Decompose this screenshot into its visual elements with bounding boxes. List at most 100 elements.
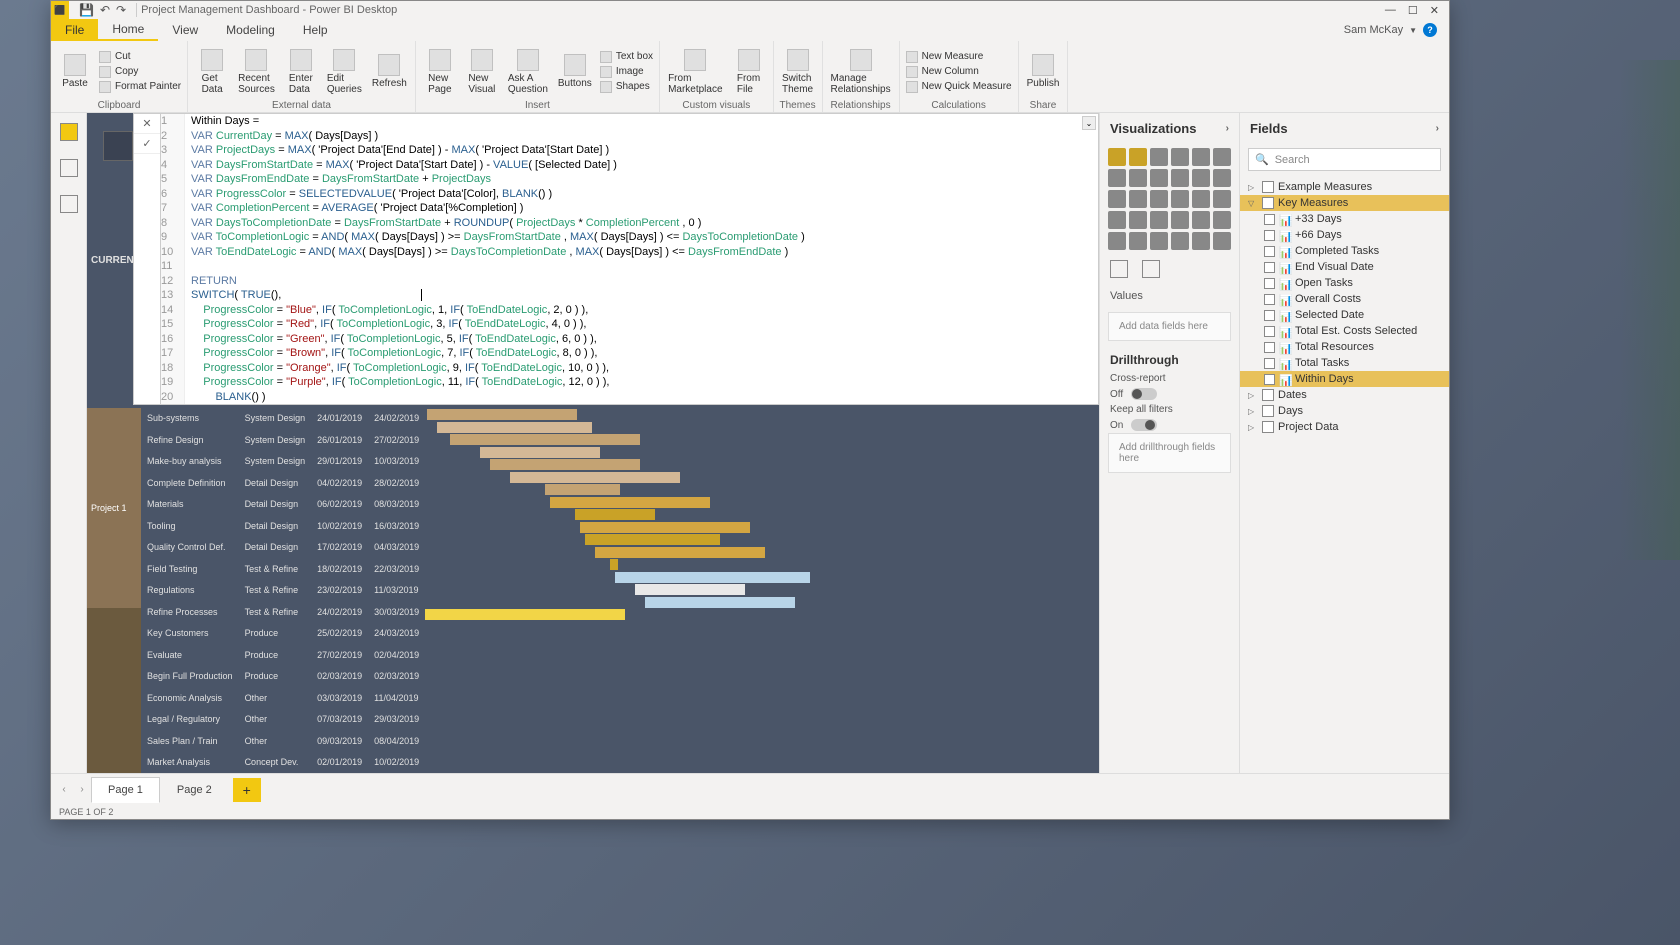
viz-type-icon[interactable] [1171, 232, 1189, 250]
new-page-button[interactable]: New Page [420, 47, 460, 97]
manage-relationships-button[interactable]: Manage Relationships [827, 47, 895, 97]
model-view-icon[interactable] [60, 195, 78, 213]
viz-panel-header[interactable]: Visualizations› [1100, 113, 1239, 144]
new-quick-measure-button[interactable]: New Quick Measure [904, 80, 1014, 94]
gantt-bar[interactable] [490, 459, 640, 470]
viz-type-icon[interactable] [1108, 169, 1126, 187]
user-label[interactable]: Sam McKay ▼ ? [1332, 19, 1449, 41]
gantt-bar[interactable] [615, 572, 810, 583]
viz-type-icon[interactable] [1150, 148, 1168, 166]
copy-button[interactable]: Copy [97, 65, 183, 79]
gantt-bar[interactable] [580, 522, 750, 533]
viz-type-icon[interactable] [1192, 169, 1210, 187]
save-icon[interactable]: 💾 [79, 3, 94, 17]
field-total-est-costs-selected[interactable]: 📊Total Est. Costs Selected [1240, 323, 1449, 339]
gantt-row[interactable]: RegulationsTest & Refine23/02/201911/03/… [141, 580, 425, 601]
data-view-icon[interactable] [60, 159, 78, 177]
gantt-row[interactable]: Quality Control Def.Detail Design17/02/2… [141, 537, 425, 558]
gantt-row[interactable]: Sub-systemsSystem Design24/01/201924/02/… [141, 408, 425, 429]
gantt-bar[interactable] [427, 409, 577, 420]
tab-modeling[interactable]: Modeling [212, 19, 289, 41]
viz-type-icon[interactable] [1150, 211, 1168, 229]
viz-type-icon[interactable] [1108, 148, 1126, 166]
viz-type-icon[interactable] [1171, 169, 1189, 187]
undo-icon[interactable]: ↶ [100, 3, 110, 17]
field-within-days[interactable]: 📊Within Days [1240, 371, 1449, 387]
tab-view[interactable]: View [158, 19, 212, 41]
fields-table-key-measures[interactable]: ▽Key Measures [1240, 195, 1449, 211]
viz-type-icon[interactable] [1129, 169, 1147, 187]
gantt-row[interactable]: Legal / RegulatoryOther07/03/201929/03/2… [141, 709, 425, 730]
redo-icon[interactable]: ↷ [116, 3, 126, 17]
image-button[interactable]: Image [598, 65, 655, 79]
gantt-bar[interactable] [480, 447, 600, 458]
field-selected-date[interactable]: 📊Selected Date [1240, 307, 1449, 323]
viz-type-icon[interactable] [1171, 190, 1189, 208]
fields-search[interactable]: 🔍 Search [1248, 148, 1441, 171]
viz-type-icon[interactable] [1192, 211, 1210, 229]
viz-type-icon[interactable] [1150, 232, 1168, 250]
field-overall-costs[interactable]: 📊Overall Costs [1240, 291, 1449, 307]
buttons-button[interactable]: Buttons [554, 52, 596, 91]
paste-button[interactable]: Paste [55, 52, 95, 91]
report-view-icon[interactable] [60, 123, 78, 141]
text-box-button[interactable]: Text box [598, 50, 655, 64]
from-marketplace-button[interactable]: From Marketplace [664, 47, 726, 97]
new-column-button[interactable]: New Column [904, 65, 1014, 79]
gantt-bar[interactable] [645, 597, 795, 608]
field-end-visual-date[interactable]: 📊End Visual Date [1240, 259, 1449, 275]
minimize-icon[interactable]: — [1385, 4, 1396, 17]
gantt-row[interactable]: Complete DefinitionDetail Design04/02/20… [141, 472, 425, 493]
format-painter-button[interactable]: Format Painter [97, 80, 183, 94]
from-file-button[interactable]: From File [729, 47, 769, 97]
field--66-days[interactable]: 📊+66 Days [1240, 227, 1449, 243]
gantt-bar[interactable] [545, 484, 620, 495]
viz-type-icon[interactable] [1129, 232, 1147, 250]
fields-table-dates[interactable]: ▷Dates [1240, 387, 1449, 403]
get-data-button[interactable]: Get Data [192, 47, 232, 97]
add-page-button[interactable]: + [233, 778, 261, 802]
recent-sources-button[interactable]: Recent Sources [234, 47, 279, 97]
field--33-days[interactable]: 📊+33 Days [1240, 211, 1449, 227]
cut-button[interactable]: Cut [97, 50, 183, 64]
gantt-bar[interactable] [437, 422, 592, 433]
fields-table-example-measures[interactable]: ▷Example Measures [1240, 179, 1449, 195]
field-completed-tasks[interactable]: 📊Completed Tasks [1240, 243, 1449, 259]
shapes-button[interactable]: Shapes [598, 80, 655, 94]
values-well[interactable]: Add data fields here [1108, 312, 1231, 341]
viz-type-icon[interactable] [1213, 190, 1231, 208]
viz-type-icon[interactable] [1192, 232, 1210, 250]
formula-bar[interactable]: ✕ ✓ 1234567891011121314151617181920 With… [133, 113, 1099, 405]
viz-type-icon[interactable] [1108, 190, 1126, 208]
gantt-row[interactable]: ToolingDetail Design10/02/201916/03/2019 [141, 515, 425, 536]
formula-cancel-icon[interactable]: ✕ [134, 114, 160, 134]
viz-type-icon[interactable] [1171, 148, 1189, 166]
tab-file[interactable]: File [51, 19, 98, 41]
gantt-bar[interactable] [575, 509, 655, 520]
formula-code[interactable]: Within Days =VAR CurrentDay = MAX( Days[… [185, 114, 1098, 404]
gantt-row[interactable]: Make-buy analysisSystem Design29/01/2019… [141, 451, 425, 472]
gantt-bar[interactable] [635, 584, 745, 595]
page-next-icon[interactable]: › [73, 784, 91, 795]
new-measure-button[interactable]: New Measure [904, 50, 1014, 64]
fields-table-project-data[interactable]: ▷Project Data [1240, 419, 1449, 435]
gantt-bar[interactable] [585, 534, 720, 545]
fields-panel-header[interactable]: Fields› [1240, 113, 1449, 144]
page-tab-2[interactable]: Page 2 [160, 777, 229, 803]
refresh-button[interactable]: Refresh [368, 52, 411, 91]
report-canvas[interactable]: CURRENT Project 1 Project 2 Sub-systemsS… [87, 113, 1099, 773]
viz-type-icon[interactable] [1192, 148, 1210, 166]
gantt-row[interactable]: Key CustomersProduce25/02/201924/03/2019 [141, 623, 425, 644]
gantt-row[interactable]: Market AnalysisConcept Dev.02/01/201910/… [141, 752, 425, 774]
tab-home[interactable]: Home [98, 19, 158, 41]
gantt-bar[interactable] [450, 434, 640, 445]
viz-type-icon[interactable] [1150, 169, 1168, 187]
gantt-bar[interactable] [425, 609, 625, 620]
viz-type-icon[interactable] [1213, 211, 1231, 229]
gantt-row[interactable]: Refine ProcessesTest & Refine24/02/20193… [141, 601, 425, 622]
help-icon[interactable]: ? [1423, 23, 1437, 37]
publish-button[interactable]: Publish [1023, 52, 1064, 91]
ask-question-button[interactable]: Ask A Question [504, 47, 552, 97]
viz-type-icon[interactable] [1213, 169, 1231, 187]
viz-type-icon[interactable] [1150, 190, 1168, 208]
